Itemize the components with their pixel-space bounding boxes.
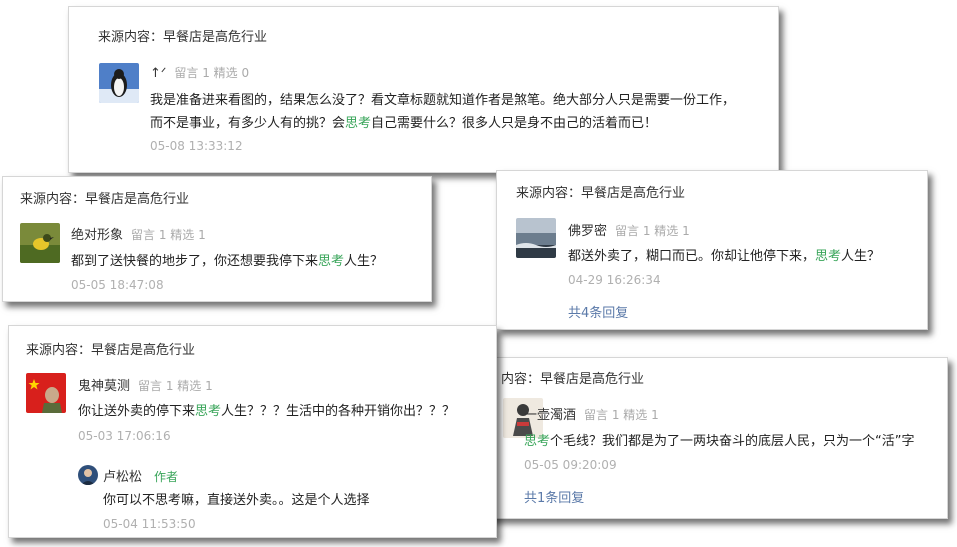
user-stats: 留言 1 精选 1 [584, 408, 659, 422]
comment-time: 05-05 18:47:08 [71, 278, 164, 292]
source-label: 来源内容：早餐店是高危行业 [26, 343, 196, 358]
reply-meta: 卢松松 作者 [103, 466, 178, 485]
comment-text: 思考个毛线？我们都是为了一两块奋斗的底层人民，只为一个“活”字 [524, 434, 915, 449]
comment-time: 05-08 13:33:12 [150, 139, 243, 153]
source-label: 来源内容：早餐店是高危行业 [516, 186, 686, 201]
penguin-icon [99, 63, 139, 103]
bird-icon [20, 223, 60, 263]
avatar[interactable] [99, 63, 139, 103]
comment-meta: ↑ᐟ 留言 1 精选 0 [150, 64, 249, 81]
user-stats: 留言 1 精选 0 [174, 66, 250, 80]
source-label: 来源内容：早餐店是高危行业 [98, 30, 268, 45]
reply-username[interactable]: 卢松松 [103, 470, 142, 485]
user-stats: 留言 1 精选 1 [615, 224, 690, 238]
highlight-keyword: 思考 [195, 404, 222, 419]
author-badge: 作者 [154, 470, 179, 484]
comment-time: 05-05 09:20:09 [524, 458, 617, 472]
comment-line-1: 我是准备进来看图的，结果怎么没了？看文章标题就知道作者是煞笔。绝大部分人只是需要… [150, 93, 736, 108]
person-icon [78, 465, 98, 485]
username[interactable]: ↑ᐟ [150, 66, 166, 81]
comment-text: 你让送外卖的停下来思考人生？？？生活中的各种开销你出？？？ [78, 404, 456, 419]
comment-card-5: 内容：早餐店是高危行业 一壶濁酒 留言 1 精选 1 思考个毛线？我们都是为了一两… [472, 357, 948, 519]
highlight-keyword: 思考 [318, 254, 345, 269]
comment-text: 我是准备进来看图的，结果怎么没了？看文章标题就知道作者是煞笔。绝大部分人只是需要… [150, 89, 735, 135]
flag-icon [26, 373, 66, 413]
comment-card-4: 来源内容：早餐店是高危行业 鬼神莫测 留言 1 精选 1 你让送外卖的停下来思考人… [8, 325, 497, 538]
seascape-icon [516, 218, 556, 258]
comment-line-2: 而不是事业，有多少人有的挑？会思考自己需要什么？很多人只是身不由己的活着而已！ [150, 116, 658, 131]
comment-text: 都到了送快餐的地步了，你还想要我停下来思考人生？ [71, 254, 384, 269]
avatar[interactable] [20, 223, 60, 263]
user-stats: 留言 1 精选 1 [138, 379, 213, 393]
reply-text: 你可以不思考嘛，直接送外卖。。这是个人选择 [103, 493, 370, 508]
comment-card-2: 来源内容：早餐店是高危行业 绝对形象 留言 1 精选 1 都到了送快餐的地步了，你… [2, 176, 432, 302]
comment-meta: 绝对形象 留言 1 精选 1 [71, 224, 206, 243]
username[interactable]: 绝对形象 [71, 228, 123, 243]
comment-meta: 一壶濁酒 留言 1 精选 1 [524, 404, 659, 423]
user-stats: 留言 1 精选 1 [131, 228, 206, 242]
comment-time: 05-03 17:06:16 [78, 429, 171, 443]
comment-card-1: 来源内容：早餐店是高危行业 ↑ᐟ 留言 1 精选 0 我是准备进来看图的，结果怎么… [68, 6, 779, 173]
username[interactable]: 鬼神莫测 [78, 379, 130, 394]
replies-link[interactable]: 共1条回复 [524, 487, 584, 506]
source-label: 来源内容：早餐店是高危行业 [20, 192, 190, 207]
source-label: 内容：早餐店是高危行业 [501, 372, 645, 387]
comment-meta: 鬼神莫测 留言 1 精选 1 [78, 375, 213, 394]
avatar[interactable] [516, 218, 556, 258]
avatar[interactable] [26, 373, 66, 413]
comment-text: 都送外卖了，糊口而已。你却让他停下来，思考人生？ [568, 249, 881, 264]
username[interactable]: 佛罗密 [568, 224, 607, 239]
replies-link[interactable]: 共4条回复 [568, 302, 628, 321]
username[interactable]: 一壶濁酒 [524, 408, 576, 423]
highlight-keyword: 思考 [815, 249, 842, 264]
comment-card-3: 来源内容：早餐店是高危行业 佛罗密 留言 1 精选 1 都送外卖了，糊口而已。你却… [496, 170, 928, 330]
highlight-keyword: 思考 [345, 116, 372, 131]
comment-time: 04-29 16:26:34 [568, 273, 661, 287]
highlight-keyword: 思考 [524, 434, 551, 449]
author-avatar[interactable] [78, 465, 98, 485]
reply-time: 05-04 11:53:50 [103, 517, 196, 531]
comment-meta: 佛罗密 留言 1 精选 1 [568, 220, 690, 239]
